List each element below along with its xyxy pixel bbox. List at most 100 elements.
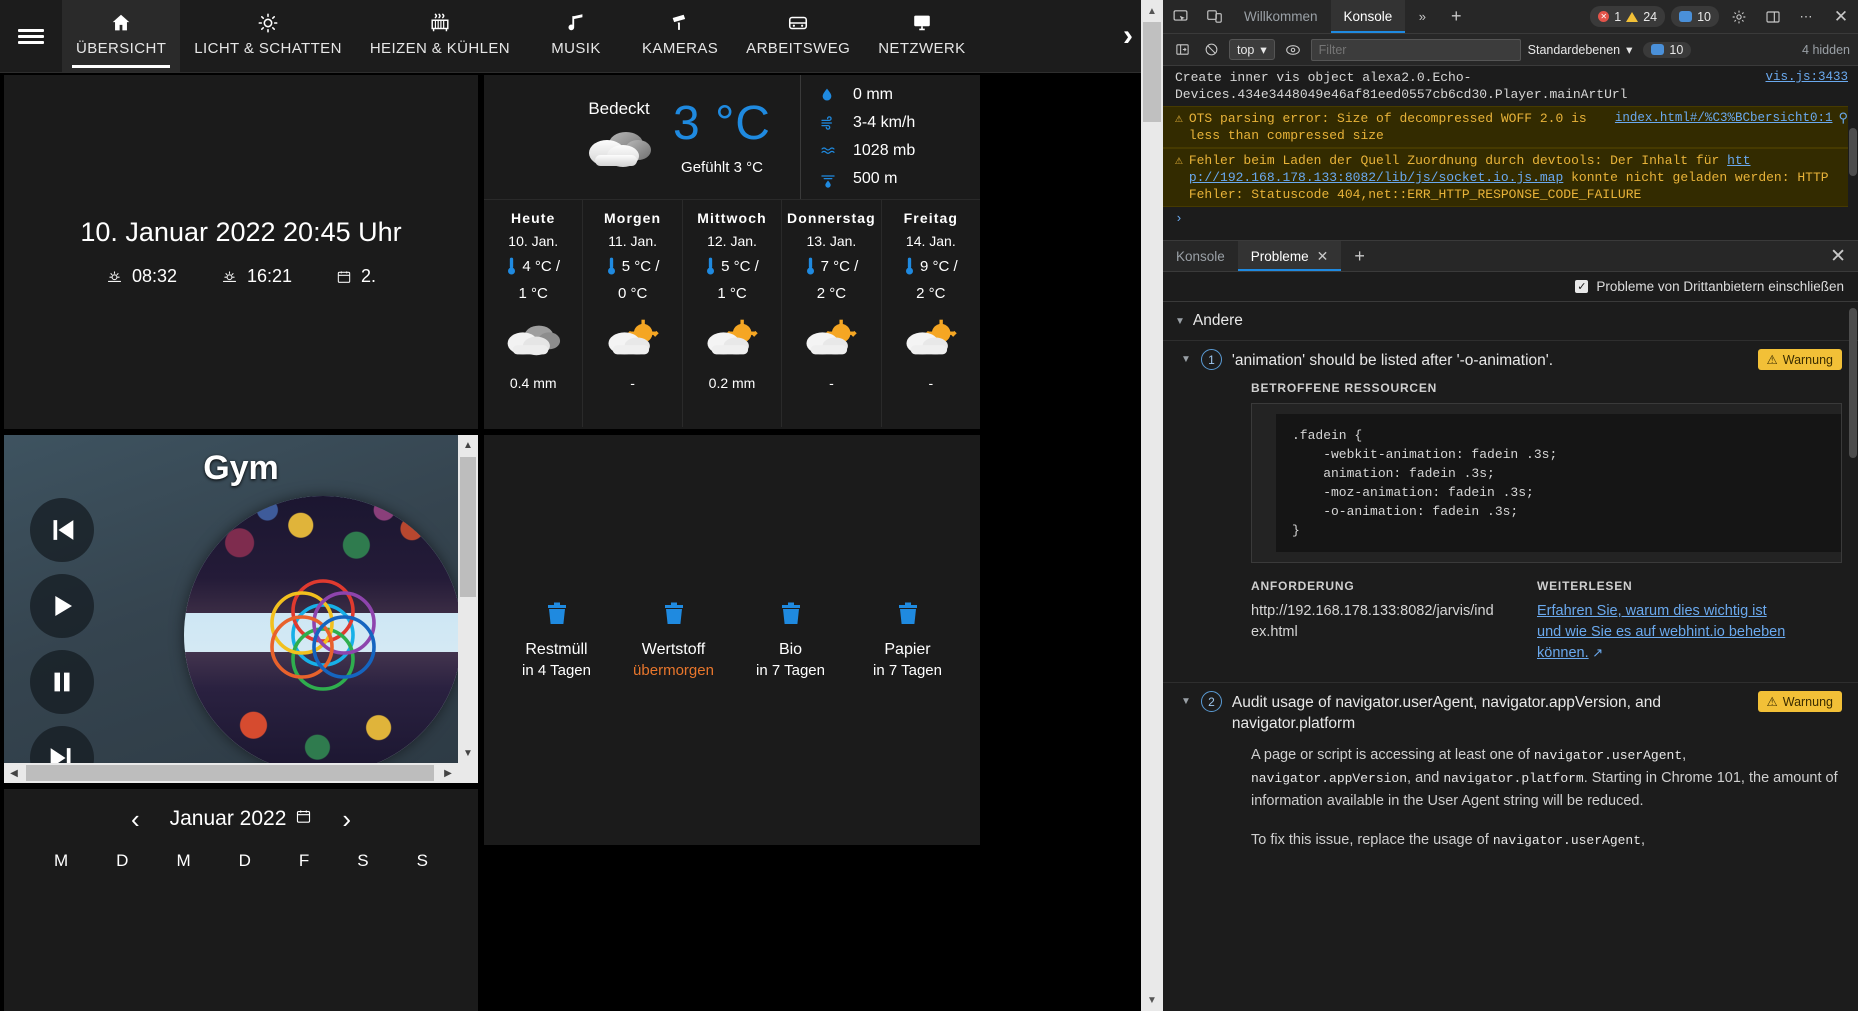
wind-icon [819,115,841,131]
more-vertical-icon[interactable]: ⋯ [1790,0,1824,33]
chevron-down-icon[interactable]: ▼ [1175,349,1191,365]
scroll-up-arrow[interactable]: ▲ [1141,0,1163,22]
nav-item-licht-schatten[interactable]: LICHT & SCHATTEN [180,0,356,72]
chevron-right-icon[interactable]: › [1123,0,1133,72]
checkbox-thirdparty[interactable]: ✓ [1575,280,1589,293]
console-prompt[interactable]: › [1163,207,1858,230]
music-vertical-scrollbar[interactable]: ▲ ▼ [458,435,478,783]
scroll-down-arrow[interactable]: ▼ [1141,989,1163,1011]
scroll-thumb-h[interactable] [26,765,434,781]
nav-item-label: NETZWERK [878,40,966,57]
console-message-log[interactable]: Create inner vis object alexa2.0.Echo-De… [1163,66,1858,106]
nav-item-kameras[interactable]: KAMERAS [628,0,732,72]
issue-item: ▼ 2 Audit usage of navigator.userAgent, … [1163,682,1858,856]
chevron-left-icon[interactable]: ‹ [131,804,140,835]
console-output: Create inner vis object alexa2.0.Echo-De… [1163,66,1858,240]
error-warning-counter[interactable]: ✕ 1 24 [1590,6,1666,27]
sunset-info: 16:21 [221,266,292,287]
console-scrollbar[interactable] [1848,66,1858,240]
read-more-label: WEITERLESEN [1537,579,1633,593]
live-expression-icon[interactable] [1282,43,1304,57]
play-button[interactable] [30,574,94,638]
chevron-double-right-icon[interactable]: » [1405,0,1439,33]
issue-docs-link[interactable]: Erfahren Sie, warum dies wichtig ist und… [1537,603,1785,661]
forecast-day-date: 12. Jan. [707,233,757,249]
hamburger-icon[interactable] [0,0,62,72]
screen-root: ÜBERSICHT LICHT & SCHATTEN HEIZEN & KÜHL… [0,0,1858,1011]
include-thirdparty-row[interactable]: ✓ Probleme von Drittanbietern einschließ… [1163,272,1858,302]
close-icon[interactable]: ✕ [1317,248,1329,265]
drawer-tab-konsole[interactable]: Konsole [1163,241,1238,271]
message-bubble-icon [1651,44,1665,55]
message-count: 10 [1697,9,1711,24]
nav-item-uebersicht[interactable]: ÜBERSICHT [62,0,181,72]
skip-previous-button[interactable] [30,498,94,562]
cloud-sun-icon [602,318,664,362]
weather-stat-wind: 3-4 km/h [819,114,980,132]
scroll-thumb[interactable] [1849,128,1857,176]
nav-item-heizen-kuehlen[interactable]: HEIZEN & KÜHLEN [356,0,524,72]
inline-code: navigator.userAgent [1492,833,1642,848]
page-vertical-scrollbar[interactable]: ▲ ▼ [1141,0,1163,1011]
calendar-icon[interactable] [295,807,312,831]
scroll-up-arrow[interactable]: ▲ [458,435,478,455]
scroll-thumb[interactable] [1849,308,1857,458]
home-icon [110,8,132,38]
scroll-down-arrow[interactable]: ▼ [458,743,478,763]
console-sidebar-icon[interactable] [1171,42,1193,57]
pause-button[interactable] [30,650,94,714]
close-icon[interactable]: ✕ [1824,0,1858,33]
add-drawer-tab-button[interactable]: + [1341,241,1378,271]
issue-title[interactable]: 'animation' should be listed after '-o-a… [1232,349,1748,371]
clear-console-icon[interactable] [1200,42,1222,57]
plus-icon[interactable]: + [1439,0,1473,33]
console-message-warning[interactable]: ⚠ Fehler beim Laden der Quell Zuordnung … [1163,148,1858,207]
weather-widget: Bedeckt 3 °C Gefühlt 3 °C 0 mm 3-4 km/h … [484,75,980,429]
console-message-source[interactable]: vis.js:3433 [1765,69,1848,103]
nav-item-netzwerk[interactable]: NETZWERK [864,0,979,72]
music-title: Gym [203,449,279,487]
car-icon [787,8,809,38]
console-message-warning[interactable]: ⚠ OTS parsing error: Size of decompresse… [1163,106,1858,148]
console-message-text: Fehler beim Laden der Quell Zuordnung du… [1189,152,1848,203]
device-toolbar-icon[interactable] [1197,0,1231,33]
scroll-left-arrow[interactable]: ◀ [4,763,24,783]
gear-icon[interactable] [1722,0,1756,33]
forecast-day-date: 10. Jan. [508,233,559,249]
weather-forecast: Heute 10. Jan. 4 °C / 1 °C 0.4 mm Morgen… [484,199,980,427]
nav-item-musik[interactable]: MUSIK [524,0,628,72]
nav-item-arbeitsweg[interactable]: ARBEITSWEG [732,0,864,72]
close-drawer-button[interactable]: ✕ [1818,241,1858,271]
chevron-down-icon[interactable]: ▼ [1175,691,1191,707]
console-filter-input[interactable] [1310,38,1521,61]
request-url: http://192.168.178.133:8082/jarvis/index… [1251,603,1494,640]
forecast-high: 4 °C / [522,258,561,275]
issue-title[interactable]: Audit usage of navigator.userAgent, navi… [1232,691,1748,734]
dock-side-icon[interactable] [1756,0,1790,33]
search-icon[interactable]: ⚲ [1838,110,1848,144]
waste-when: in 7 Tagen [873,662,942,679]
issues-counter[interactable]: 10 [1643,41,1692,58]
open-external-icon[interactable]: ↗ [1592,645,1603,660]
chevron-down-icon[interactable]: ▼ [1175,316,1185,327]
thermometer-icon [904,256,915,276]
tab-konsole[interactable]: Konsole [1330,0,1406,33]
forecast-precip: - [928,375,934,391]
scroll-thumb[interactable] [460,457,476,597]
waste-name: Restmüll [525,641,588,658]
execution-context-selector[interactable]: top ▾ [1229,39,1275,60]
scroll-thumb[interactable] [1143,22,1161,122]
weather-temperature: 3 °C [673,96,771,150]
thermometer-icon [506,256,517,276]
music-horizontal-scrollbar[interactable]: ◀ ▶ [4,763,478,783]
scroll-right-arrow[interactable]: ▶ [438,763,458,783]
drawer-tab-probleme[interactable]: Probleme ✕ [1237,241,1342,271]
issues-scrollbar[interactable] [1848,302,1858,1011]
issue-group-header[interactable]: ▼ Andere [1163,302,1858,340]
inspect-element-icon[interactable] [1163,0,1197,33]
log-levels-selector[interactable]: Standardebenen ▾ [1528,42,1633,58]
message-counter[interactable]: 10 [1671,6,1719,27]
chevron-right-icon[interactable]: › [342,804,351,835]
console-message-source[interactable]: index.html#/%C3%BCbersicht0:1 [1615,110,1833,144]
tab-willkommen[interactable]: Willkommen [1231,0,1331,33]
